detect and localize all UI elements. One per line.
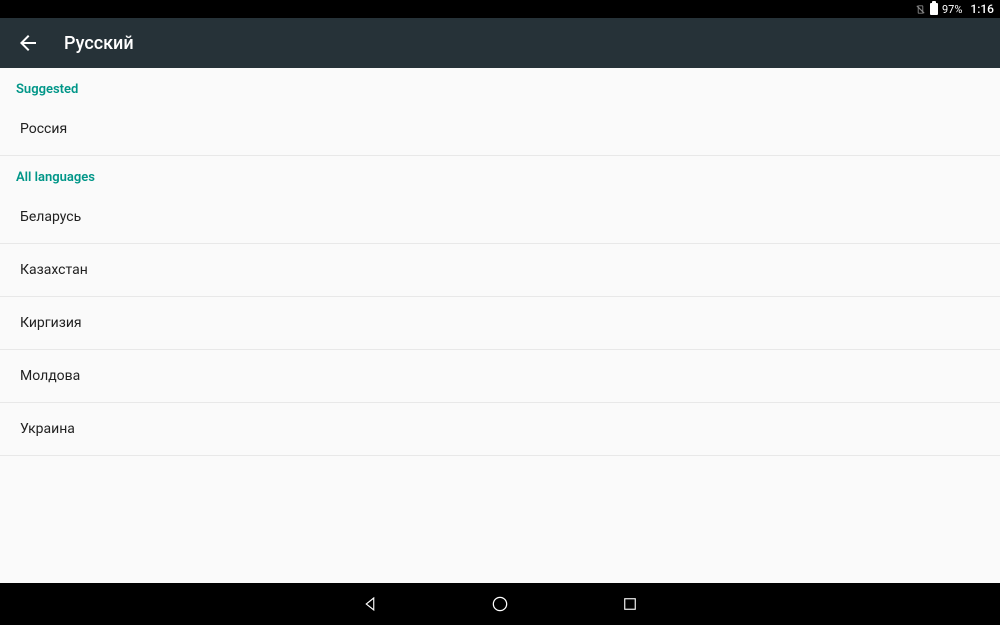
- battery-icon: [930, 3, 938, 15]
- nav-recent-button[interactable]: [620, 594, 640, 614]
- list-item[interactable]: Беларусь: [0, 195, 1000, 244]
- no-sim-icon: [915, 4, 926, 15]
- triangle-back-icon: [361, 595, 379, 613]
- list-item[interactable]: Украина: [0, 403, 1000, 456]
- back-arrow-icon: [16, 31, 40, 55]
- circle-home-icon: [490, 594, 510, 614]
- list-item[interactable]: Киргизия: [0, 297, 1000, 350]
- app-bar: Русский: [0, 18, 1000, 68]
- list-item-suggested[interactable]: Россия: [0, 107, 1000, 156]
- square-recent-icon: [621, 595, 639, 613]
- status-bar: 97% 1:16: [0, 0, 1000, 18]
- back-button[interactable]: [16, 31, 40, 55]
- status-time: 1:16: [970, 2, 994, 16]
- battery-percent: 97%: [942, 3, 962, 16]
- nav-back-button[interactable]: [360, 594, 380, 614]
- section-header-suggested: Suggested: [0, 68, 1000, 107]
- page-title: Русский: [64, 33, 134, 54]
- section-header-all: All languages: [0, 156, 1000, 195]
- list-item[interactable]: Казахстан: [0, 244, 1000, 297]
- navigation-bar: [0, 583, 1000, 625]
- content-area: Suggested Россия All languages Беларусь …: [0, 68, 1000, 583]
- list-item[interactable]: Молдова: [0, 350, 1000, 403]
- nav-home-button[interactable]: [490, 594, 510, 614]
